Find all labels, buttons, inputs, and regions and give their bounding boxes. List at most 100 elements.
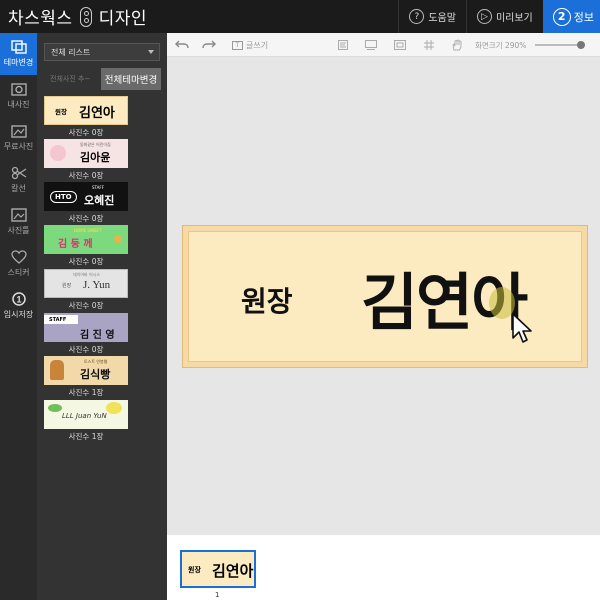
- top-bar: 차스웍스 디자인 ? 도움말 ▷ 미리보기 2 정보: [0, 0, 600, 33]
- help-button[interactable]: ? 도움말: [398, 0, 466, 33]
- theme-name: 김아윤: [80, 151, 111, 164]
- step-number-icon: 2: [552, 7, 571, 26]
- grid-icon[interactable]: [423, 38, 435, 52]
- zoom-label: 화면크기 290%: [475, 40, 527, 50]
- brand: 차스웍스 디자인: [0, 4, 147, 29]
- scissors-icon: [11, 166, 27, 180]
- change-all-theme-button[interactable]: 전체테마변경: [101, 68, 161, 90]
- rail-label: 사진틀: [7, 226, 30, 235]
- theme-photo-count: 사진수 0장: [68, 345, 104, 354]
- play-icon: ▷: [476, 9, 492, 24]
- undo-icon[interactable]: [175, 38, 189, 52]
- theme-name: 김 둥 께: [58, 239, 93, 250]
- theme-top: 토스트 연봉웹: [84, 359, 108, 364]
- app: 차스웍스 디자인 ? 도움말 ▷ 미리보기 2 정보 테마변경 내사진 무료사진…: [0, 0, 600, 600]
- brand-name-right: 디자인: [98, 9, 147, 29]
- save-icon: 1: [11, 292, 27, 306]
- name-tag-card[interactable]: 원장 김연아: [182, 225, 588, 368]
- name-tag-inner: 원장 김연아: [188, 231, 582, 362]
- rail-label: 무료사진: [3, 142, 34, 151]
- theme-item[interactable]: 동화같은 어린이집 김아윤: [44, 139, 128, 168]
- theme-photo-count: 사진수 0장: [68, 171, 104, 180]
- theme-top: 데이어바 어시스: [73, 272, 101, 277]
- step-2-label: 정보: [573, 10, 594, 24]
- rail-item-free-photo[interactable]: 무료사진: [0, 117, 37, 159]
- thumb-name: 김연아: [212, 562, 254, 580]
- rail-item-my-photo[interactable]: 내사진: [0, 75, 37, 117]
- theme-item[interactable]: LLL Juan YuN: [44, 400, 128, 429]
- rail-item-cut-line[interactable]: 칼선: [0, 159, 37, 201]
- rail-item-theme[interactable]: 테마변경: [0, 33, 37, 75]
- theme-list-dropdown[interactable]: 전체 리스트: [44, 43, 160, 61]
- theme-item[interactable]: 데이어바 어시스 원장 J. Yun: [44, 269, 128, 298]
- layer-icon[interactable]: [364, 38, 378, 52]
- preview-button[interactable]: ▷ 미리보기: [465, 0, 543, 33]
- dropdown-value: 전체 리스트: [51, 48, 91, 57]
- theme-role: STAFF: [44, 315, 78, 324]
- theme-photo-count: 사진수 0장: [68, 257, 104, 266]
- redo-icon[interactable]: [202, 38, 216, 52]
- rail-item-frame[interactable]: 사진틀: [0, 201, 37, 243]
- free-photo-icon: [10, 124, 27, 138]
- preview-label: 미리보기: [495, 13, 533, 24]
- theme-top: 동화같은 어린이집: [80, 142, 111, 147]
- theme-name: 김 진 영: [80, 330, 115, 341]
- align-icon[interactable]: [337, 38, 349, 52]
- step-2-button[interactable]: 2 정보: [542, 0, 600, 33]
- theme-photo-count: 사진수 0장: [68, 214, 104, 223]
- frame-tool-icon[interactable]: [393, 38, 407, 52]
- theme-photo-count: 사진수 0장: [68, 128, 104, 137]
- theme-item[interactable]: 토스트 연봉웹 김식빵: [44, 356, 128, 385]
- theme-top: HOME SWEET: [74, 228, 102, 233]
- theme-item[interactable]: HOME SWEET 김 둥 께: [44, 225, 128, 254]
- editor-toolbar: T 글쓰기 화면크기 290%: [167, 33, 600, 57]
- theme-photo-count: 사진수 1장: [68, 432, 104, 441]
- chevron-down-icon: [148, 50, 154, 54]
- sub-tab[interactable]: 전체사진 추~: [44, 69, 100, 89]
- theme-icon: [10, 40, 27, 54]
- zoom-slider-handle[interactable]: [577, 41, 585, 49]
- rail-label: 임시저장: [3, 310, 34, 319]
- tool-rail: 테마변경 내사진 무료사진 칼선 사진틀 스티커 1 임시저장: [0, 33, 37, 600]
- theme-item[interactable]: STAFF 김 진 영: [44, 313, 128, 342]
- page-strip: 원장 김연아 1: [167, 535, 600, 600]
- frame-icon: [10, 208, 27, 222]
- photo-icon: [10, 82, 27, 96]
- rail-label: 내사진: [7, 100, 30, 109]
- theme-photo-count: 사진수 0장: [68, 301, 104, 310]
- question-icon: ?: [409, 9, 425, 24]
- theme-name: LLL Juan YuN: [62, 412, 107, 420]
- design-canvas[interactable]: 원장 김연아: [167, 57, 600, 535]
- rail-label: 스티커: [7, 268, 30, 277]
- bear-icon: [114, 235, 122, 243]
- page-thumbnail[interactable]: 원장 김연아: [180, 550, 256, 588]
- theme-name: 김연아: [79, 106, 115, 121]
- brand-name-left: 차스웍스: [8, 9, 73, 29]
- theme-name: J. Yun: [83, 279, 111, 291]
- rail-item-temp-save[interactable]: 1 임시저장: [0, 285, 37, 327]
- rail-label: 칼선: [11, 184, 26, 193]
- text-tool-button[interactable]: T 글쓰기: [232, 38, 268, 52]
- name-tag-role[interactable]: 원장: [241, 280, 293, 320]
- svg-text:1: 1: [16, 295, 21, 305]
- mouse-cursor-icon: [511, 312, 535, 348]
- rail-item-sticker[interactable]: 스티커: [0, 243, 37, 285]
- hand-icon[interactable]: [451, 38, 463, 52]
- text-tool-icon: T: [232, 40, 243, 50]
- theme-role: STAFF: [92, 185, 105, 190]
- leaf-icon: [48, 404, 62, 412]
- top-actions: ? 도움말 ▷ 미리보기 2 정보: [398, 0, 600, 33]
- theme-panel: 전체 리스트 전체사진 추~ 전체테마변경 원장 김연아 사진수 0장 동화같은…: [37, 33, 167, 600]
- bunny-icon: [50, 145, 66, 161]
- thumb-role: 원장: [188, 566, 201, 574]
- theme-name: 김식빵: [80, 368, 111, 381]
- heart-icon: [10, 250, 27, 264]
- rail-label: 테마변경: [3, 58, 34, 67]
- theme-role: 원장: [55, 108, 67, 116]
- page-number: 1: [215, 591, 220, 599]
- brand-logo-icon: [79, 6, 92, 27]
- theme-photo-count: 사진수 1장: [68, 388, 104, 397]
- theme-role: 원장: [62, 283, 72, 289]
- theme-item[interactable]: HTO STAFF 오혜진: [44, 182, 128, 211]
- theme-item[interactable]: 원장 김연아: [44, 96, 128, 125]
